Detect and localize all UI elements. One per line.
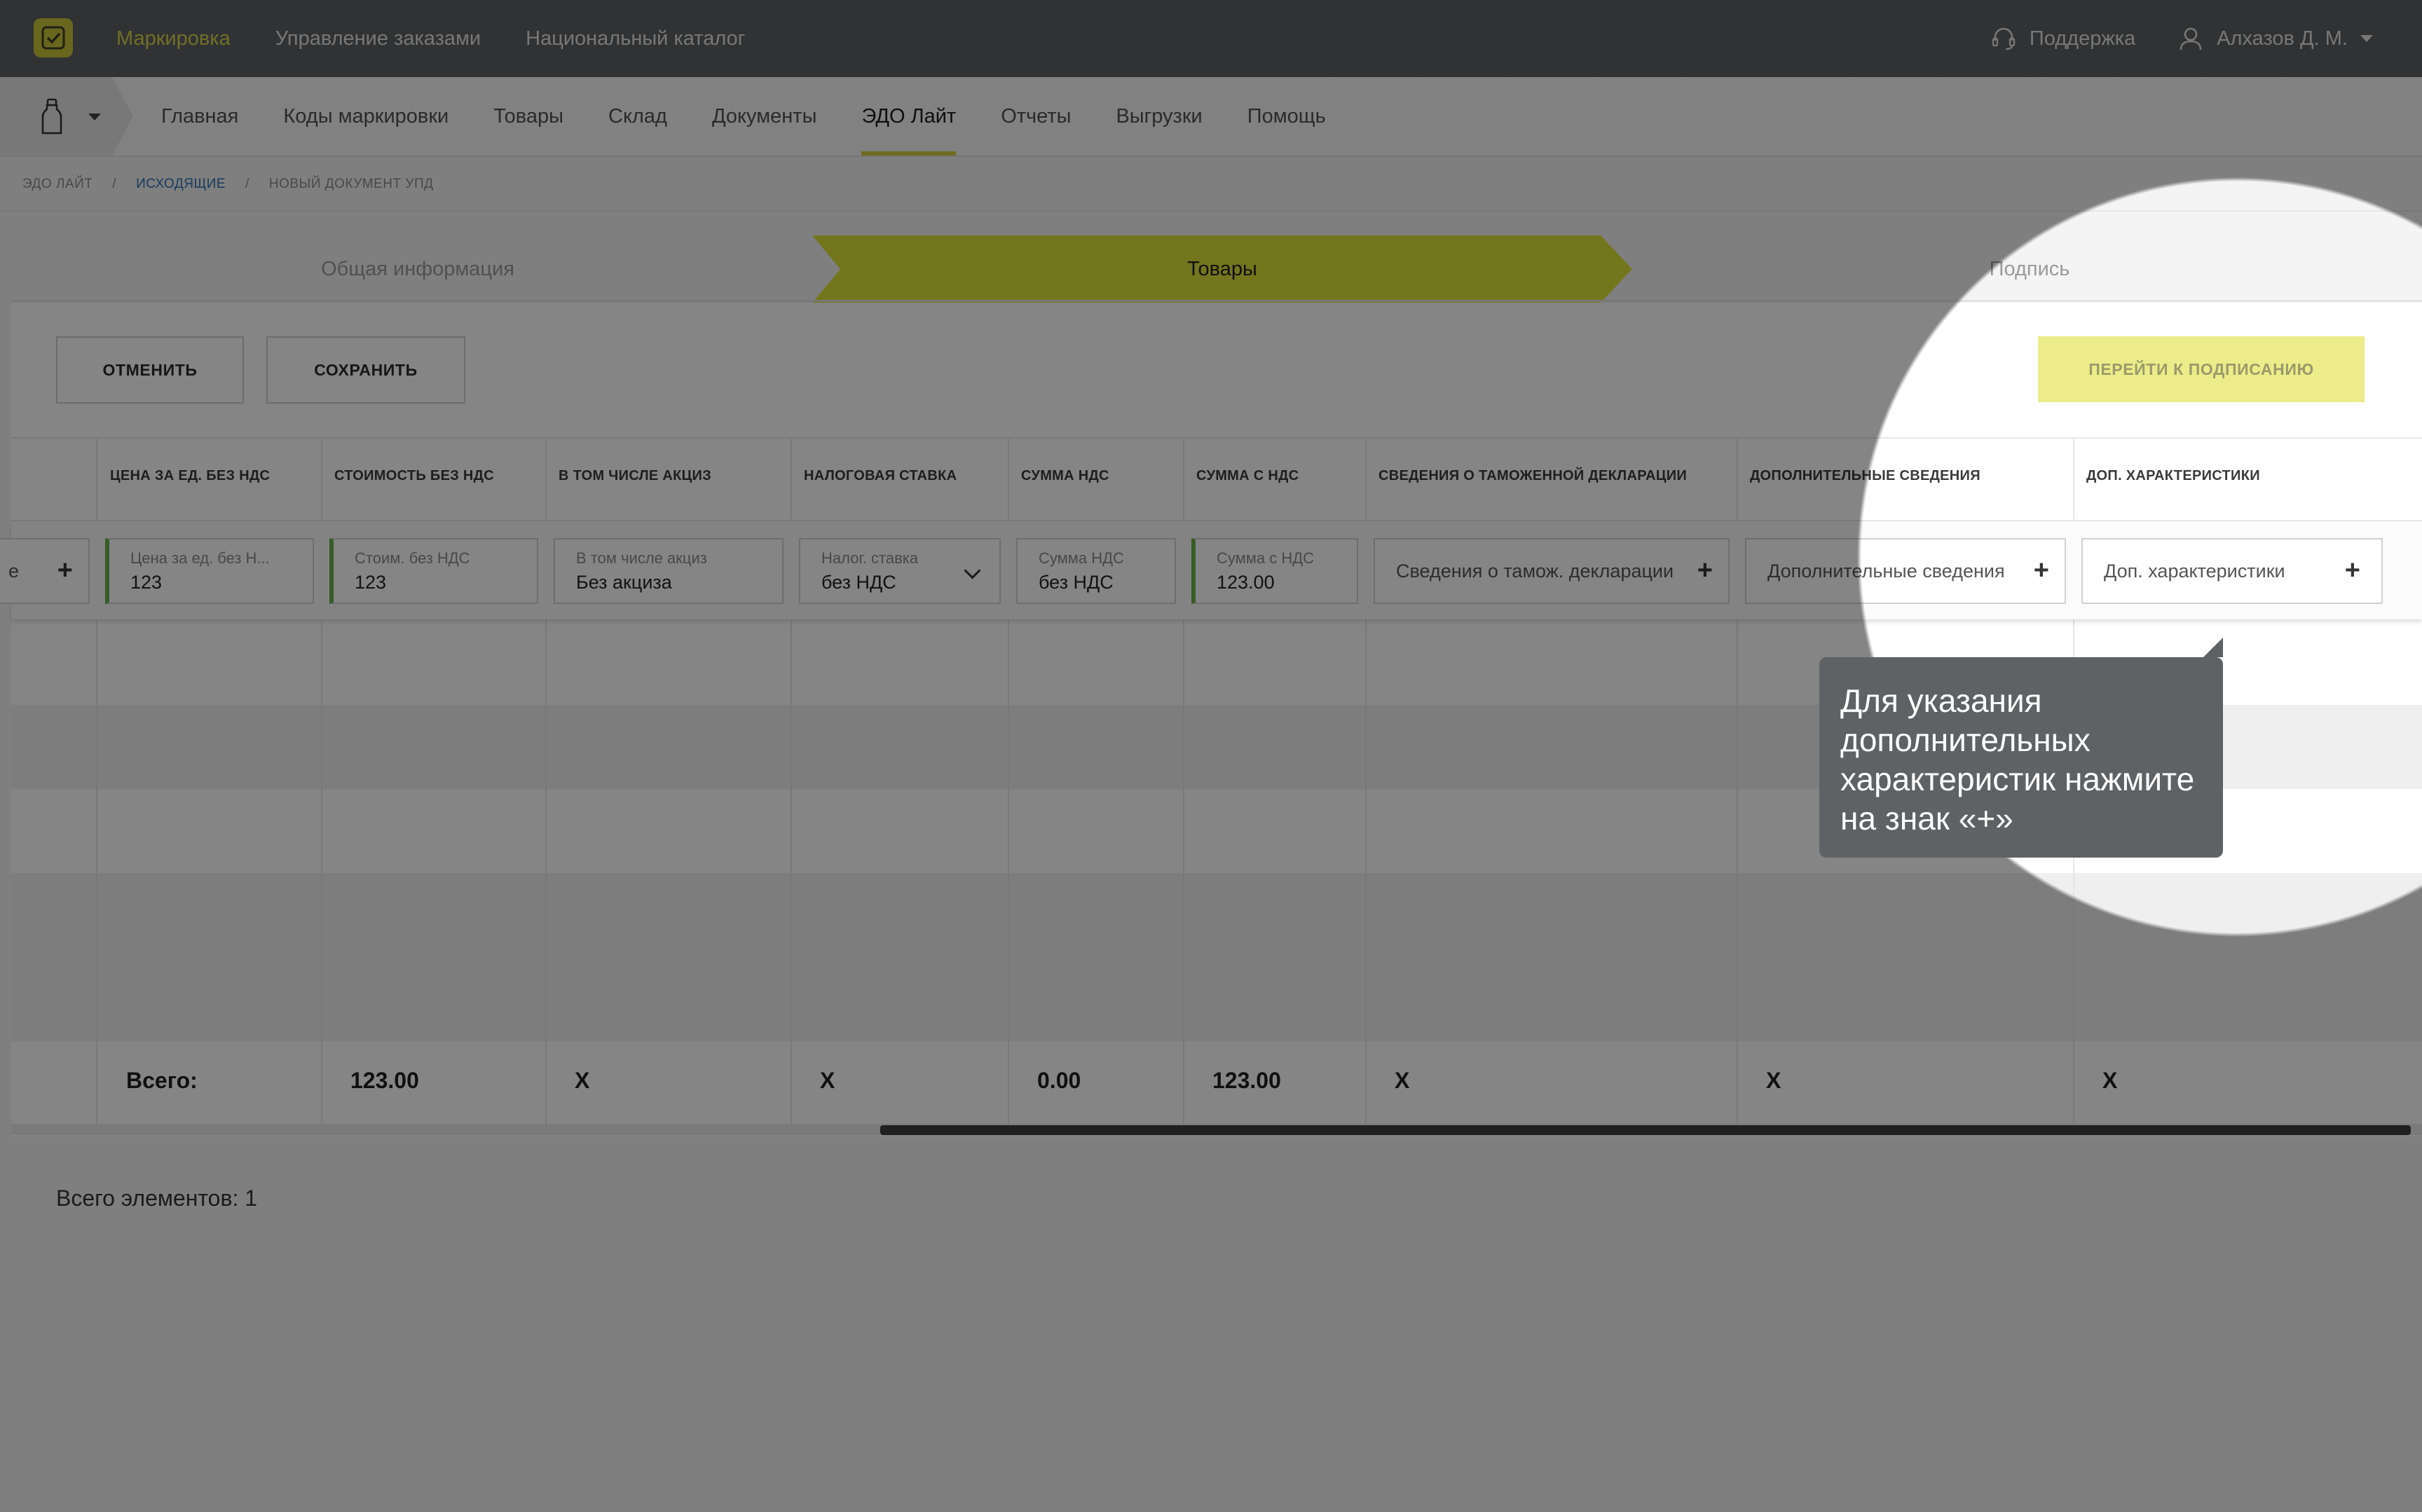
cost-input-value: 123	[355, 572, 387, 593]
tab-documents[interactable]: Документы	[712, 77, 817, 156]
totals-label: Всего:	[126, 1068, 198, 1093]
step-signature[interactable]: Подпись	[1616, 235, 2422, 303]
total-extra-characteristics: X	[2102, 1068, 2118, 1093]
total-cost: 123.00	[350, 1068, 419, 1093]
user-name: Алхазов Д. М.	[2217, 27, 2348, 50]
cost-input[interactable]: Стоим. без НДС 123	[329, 538, 538, 604]
column-header-customs: Сведения о таможенной декларации	[1378, 468, 1688, 483]
step-goods[interactable]: Товары	[812, 235, 1632, 303]
breadcrumb-outgoing[interactable]: Исходящие	[136, 177, 226, 192]
breadcrumb-edo-lite[interactable]: ЭДО лайт	[22, 177, 93, 192]
sum-with-vat-input[interactable]: Сумма с НДС 123.00	[1191, 538, 1358, 604]
sum-with-vat-label: Сумма с НДС	[1217, 549, 1315, 567]
chevron-down-icon	[2360, 35, 2373, 42]
additional-info-field[interactable]: Дополнительные сведения +	[1745, 538, 2066, 604]
cost-input-label: Стоим. без НДС	[355, 549, 470, 567]
column-header-vat-sum: Сумма НДС	[1021, 468, 1109, 483]
tab-goods[interactable]: Товары	[493, 77, 563, 156]
breadcrumb: ЭДО лайт / Исходящие / Новый документ УП…	[22, 177, 434, 192]
save-button[interactable]: Сохранить	[266, 336, 465, 404]
price-input-label: Цена за ед. без Н...	[130, 549, 270, 567]
onboarding-tooltip: Для указания дополнительных характеристи…	[1819, 638, 2223, 858]
price-input[interactable]: Цена за ед. без Н... 123	[105, 538, 314, 604]
section-tabs: Главная Коды маркировки Товары Склад Док…	[161, 77, 1371, 156]
previous-field-partial[interactable]: е +	[0, 538, 90, 604]
top-nav-order-management[interactable]: Управление заказами	[275, 27, 481, 50]
tab-warehouse[interactable]: Склад	[608, 77, 667, 156]
column-header-additional-info: Дополнительные сведения	[1750, 468, 1980, 483]
top-nav-marking[interactable]: Маркировка	[116, 27, 231, 50]
bottle-icon	[41, 98, 62, 135]
top-nav-national-catalog[interactable]: Национальный каталог	[526, 27, 745, 50]
divider	[0, 210, 2422, 212]
element-count: Всего элементов: 1	[56, 1185, 258, 1211]
chevron-down-icon	[88, 114, 101, 121]
plus-icon[interactable]: +	[2034, 539, 2049, 603]
app-logo-icon[interactable]	[34, 18, 73, 57]
vat-sum-label: Сумма НДС	[1039, 549, 1124, 567]
vat-sum-input[interactable]: Сумма НДС без НДС	[1016, 538, 1176, 604]
step-general-info[interactable]: Общая информация	[11, 235, 824, 303]
customs-declaration-field[interactable]: Сведения о тамож. декларации +	[1374, 538, 1730, 604]
plus-icon[interactable]: +	[2345, 539, 2360, 603]
tab-edo-lite[interactable]: ЭДО Лайт	[861, 77, 956, 156]
total-excise: X	[575, 1068, 590, 1093]
column-header-tax-rate: Налоговая ставка	[804, 468, 957, 483]
breadcrumb-current: Новый документ УПД	[268, 177, 434, 191]
plus-icon[interactable]: +	[1697, 539, 1713, 603]
product-group-switcher[interactable]	[0, 77, 133, 156]
support-link[interactable]: Поддержка	[1990, 25, 2135, 52]
top-nav: Маркировка Управление заказами Националь…	[116, 0, 790, 77]
support-label: Поддержка	[2029, 27, 2136, 50]
tab-home[interactable]: Главная	[161, 77, 238, 156]
excise-input-label: В том числе акциз	[576, 549, 707, 567]
tab-reports[interactable]: Отчеты	[1001, 77, 1071, 156]
horizontal-scrollbar-thumb[interactable]	[880, 1125, 2411, 1135]
user-icon	[2180, 27, 2202, 50]
vat-sum-value: без НДС	[1039, 572, 1114, 593]
secondary-nav: Главная Коды маркировки Товары Склад Док…	[0, 77, 2422, 157]
sum-with-vat-value: 123.00	[1217, 572, 1275, 593]
extra-characteristics-field[interactable]: Доп. характеристики +	[2081, 538, 2383, 604]
support-headset-icon	[1992, 27, 2016, 50]
previous-field-text: е	[8, 561, 20, 582]
excise-input-value: Без акциза	[576, 572, 672, 593]
top-right-controls: Поддержка Алхазов Д. М.	[1948, 0, 2373, 77]
excise-input[interactable]: В том числе акциз Без акциза	[554, 538, 784, 604]
tooltip-text: Для указания дополнительных характеристи…	[1840, 682, 2195, 837]
breadcrumb-separator: /	[245, 177, 249, 191]
price-input-value: 123	[130, 572, 163, 593]
go-to-signing-button[interactable]: Перейти к подписанию	[2038, 336, 2365, 402]
total-customs: X	[1395, 1068, 1410, 1093]
tax-rate-value: без НДС	[821, 572, 896, 593]
document-stepper: Общая информация Товары Подпись	[11, 235, 2422, 303]
cancel-button[interactable]: Отменить	[56, 336, 244, 404]
user-menu[interactable]: Алхазов Д. М.	[2177, 25, 2373, 52]
extra-characteristics-placeholder: Доп. характеристики	[2104, 561, 2285, 582]
plus-icon[interactable]: +	[57, 539, 73, 603]
divider	[11, 300, 2422, 302]
tax-rate-label: Налог. ставка	[821, 549, 919, 567]
customs-placeholder: Сведения о тамож. декларации	[1396, 561, 1674, 582]
additional-info-placeholder: Дополнительные сведения	[1767, 561, 2005, 582]
column-header-extra-characteristics: Доп. характеристики	[2086, 468, 2260, 483]
column-header-price: Цена за ед. без НДС	[110, 468, 271, 483]
column-header-sum-with-vat: Сумма с НДС	[1196, 468, 1299, 483]
table-row-stripe	[11, 873, 2422, 957]
tab-marking-codes[interactable]: Коды маркировки	[283, 77, 449, 156]
total-vat-sum: 0.00	[1037, 1068, 1081, 1093]
tab-exports[interactable]: Выгрузки	[1116, 77, 1202, 156]
tab-help[interactable]: Помощь	[1247, 77, 1326, 156]
total-tax-rate: X	[820, 1068, 835, 1093]
top-header: Маркировка Управление заказами Националь…	[0, 0, 2422, 77]
column-header-excise: В том числе акциз	[559, 468, 712, 483]
column-header-cost: Стоимость без НДС	[334, 468, 494, 483]
breadcrumb-separator: /	[112, 177, 117, 191]
chevron-down-icon	[964, 562, 981, 579]
total-additional-info: X	[1766, 1068, 1781, 1093]
total-sum-with-vat: 123.00	[1212, 1068, 1281, 1093]
tax-rate-select[interactable]: Налог. ставка без НДС	[799, 538, 1001, 604]
table-row-stripe	[11, 957, 2422, 1041]
table-top-border	[11, 437, 2422, 439]
